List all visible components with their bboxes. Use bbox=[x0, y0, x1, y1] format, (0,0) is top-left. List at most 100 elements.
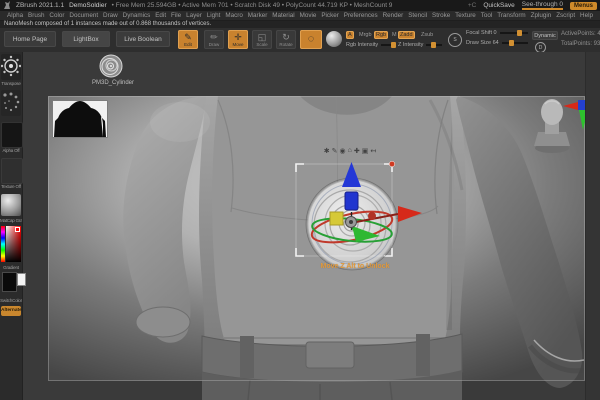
lightbox-button[interactable]: LightBox bbox=[62, 31, 110, 47]
alpha-button[interactable] bbox=[1, 122, 23, 148]
focal-s-glyph: S bbox=[453, 37, 457, 43]
zbrush-logo-icon bbox=[4, 1, 10, 9]
menu-item[interactable]: Alpha bbox=[7, 12, 23, 19]
sculptris-pro-icon: ◌ bbox=[307, 33, 315, 45]
project-name: DemoSoldier bbox=[69, 2, 107, 9]
current-tool-thumbnail[interactable] bbox=[96, 53, 126, 79]
menu-item[interactable]: Macro bbox=[225, 12, 243, 19]
right-tray-strip[interactable] bbox=[585, 52, 600, 400]
menu-item[interactable]: Edit bbox=[155, 12, 166, 19]
mrgb-toggle[interactable]: Mrgb bbox=[357, 31, 374, 39]
dynamic-d-glyph: D bbox=[538, 44, 543, 51]
document-scene bbox=[48, 96, 588, 400]
sculptris-pro-button[interactable]: ◌ bbox=[300, 30, 322, 49]
edit-button[interactable]: ✎ Edit bbox=[178, 30, 198, 49]
rgb-intensity-handle[interactable] bbox=[391, 42, 397, 48]
main-color-swatch[interactable] bbox=[2, 272, 17, 292]
alternate-button[interactable]: Alternate bbox=[1, 306, 22, 316]
menu-item[interactable]: Transform bbox=[497, 12, 525, 19]
customize-icon[interactable]: ✎ bbox=[332, 147, 338, 155]
material-label: MatCap Gray bbox=[0, 218, 22, 223]
gizmo-config-icon[interactable]: ✱ bbox=[324, 147, 330, 155]
quicksave-button[interactable]: QuickSave bbox=[483, 2, 514, 9]
gizmo-square-handle[interactable] bbox=[329, 211, 344, 226]
menu-item[interactable]: Material bbox=[272, 12, 294, 19]
draw-size-handle[interactable] bbox=[509, 40, 515, 46]
menu-item[interactable]: Light bbox=[207, 12, 221, 19]
menu-item[interactable]: Help bbox=[580, 12, 593, 19]
zbrush-window: ZBrush 2021.1.1 DemoSoldier • Free Mem 2… bbox=[0, 0, 600, 400]
z-intensity-track[interactable] bbox=[426, 42, 442, 48]
rgb-toggle[interactable]: Rgb bbox=[374, 31, 389, 39]
canvas-area[interactable]: PM3D_Cylinder ✱ ✎ ◉ ⌂ ✚ ▣ ↤ Move Z Alt to Unlo… bbox=[22, 52, 600, 400]
secondary-color-swatch[interactable] bbox=[17, 273, 26, 286]
focal-shift-track[interactable] bbox=[499, 30, 528, 36]
scale-button[interactable]: ◱ Scale bbox=[252, 30, 272, 49]
lock-icon[interactable]: ▣ bbox=[362, 147, 369, 155]
menu-item[interactable]: Stencil bbox=[408, 12, 427, 19]
menu-item[interactable]: Brush bbox=[28, 12, 44, 19]
hue-strip[interactable] bbox=[1, 226, 5, 262]
zsub-toggle[interactable]: Zsub bbox=[419, 31, 435, 39]
home-icon[interactable]: ⌂ bbox=[348, 147, 352, 155]
menu-item[interactable]: Picker bbox=[321, 12, 339, 19]
current-brush-button[interactable] bbox=[0, 54, 22, 80]
reset-icon[interactable]: ↤ bbox=[370, 147, 376, 155]
rgb-intensity-slider[interactable]: Rgb Intensity bbox=[346, 42, 397, 48]
menu-item[interactable]: Color bbox=[49, 12, 64, 19]
draw-label: Draw bbox=[208, 41, 220, 47]
see-through-slider[interactable]: See-through 0 bbox=[521, 1, 563, 10]
focal-shift-handle[interactable] bbox=[517, 30, 523, 36]
draw-size-slider[interactable]: Draw Size 64 bbox=[466, 40, 528, 46]
menu-item[interactable]: Marker bbox=[248, 12, 268, 19]
texture-button[interactable] bbox=[1, 158, 23, 184]
menu-item[interactable]: Dynamics bbox=[123, 12, 151, 19]
zadd-toggle[interactable]: Zadd bbox=[398, 31, 415, 39]
focal-shift-slider[interactable]: Focal Shift 0 bbox=[466, 30, 528, 36]
stroke-button[interactable] bbox=[1, 90, 21, 116]
menu-item[interactable]: Tool bbox=[481, 12, 493, 19]
menu-item[interactable]: Preferences bbox=[344, 12, 378, 19]
mesh-action-icon[interactable]: ✚ bbox=[354, 147, 360, 155]
edit-icon: ✎ bbox=[184, 31, 192, 42]
saturation-square[interactable] bbox=[6, 226, 21, 262]
gizmo-toolbar: ✱ ✎ ◉ ⌂ ✚ ▣ ↤ bbox=[315, 147, 385, 155]
menu-item[interactable]: Zscript bbox=[556, 12, 575, 19]
menu-item[interactable]: Movie bbox=[300, 12, 317, 19]
menu-item[interactable]: Document bbox=[69, 12, 98, 19]
dynamic-button[interactable]: Dynamic bbox=[532, 31, 558, 40]
pin-icon[interactable]: ◉ bbox=[340, 147, 346, 155]
scale-label: Scale bbox=[256, 41, 268, 47]
menu-item[interactable]: Layer bbox=[186, 12, 202, 19]
material-button[interactable] bbox=[1, 194, 21, 216]
move-button[interactable]: ✛ Move bbox=[228, 30, 248, 49]
note-bar: NanoMesh composed of 1 instances made ou… bbox=[0, 21, 600, 28]
see-through-track[interactable] bbox=[521, 8, 563, 10]
draw-size-track[interactable] bbox=[501, 40, 528, 46]
menu-item[interactable]: Stroke bbox=[432, 12, 450, 19]
switch-color-label[interactable]: SwitchColor bbox=[0, 298, 22, 303]
rgb-intensity-track[interactable] bbox=[381, 42, 397, 48]
menu-item[interactable]: Render bbox=[383, 12, 404, 19]
draw-button[interactable]: ✏ Draw bbox=[204, 30, 224, 49]
frame-handle-dot[interactable] bbox=[388, 160, 396, 168]
live-boolean-button[interactable]: Live Boolean bbox=[116, 31, 170, 47]
menu-item[interactable]: Draw bbox=[103, 12, 118, 19]
z-intensity-handle[interactable] bbox=[431, 42, 437, 48]
indicator-icon: +C bbox=[467, 2, 477, 9]
gizmo-box-z[interactable] bbox=[344, 191, 359, 211]
move-label: Move bbox=[232, 41, 244, 47]
menu-item[interactable]: File bbox=[171, 12, 181, 19]
menus-button[interactable]: Menus bbox=[569, 1, 597, 10]
a-toggle[interactable]: A bbox=[346, 31, 354, 39]
home-page-button[interactable]: Home Page bbox=[4, 31, 56, 47]
draw-icon: ✏ bbox=[210, 31, 218, 42]
rotate-button[interactable]: ↻ Rotate bbox=[276, 30, 296, 49]
menu-item[interactable]: Zplugin bbox=[531, 12, 552, 19]
brush-label: Transpose bbox=[1, 81, 21, 86]
z-intensity-slider[interactable]: Z Intensity bbox=[398, 42, 442, 48]
memory-stats: • Free Mem 25.594GB • Active Mem 701 • S… bbox=[111, 2, 393, 9]
menu-item[interactable]: Texture bbox=[455, 12, 476, 19]
material-preview-sphere[interactable] bbox=[326, 31, 342, 47]
nanomesh-note: NanoMesh composed of 1 instances made ou… bbox=[4, 21, 212, 27]
